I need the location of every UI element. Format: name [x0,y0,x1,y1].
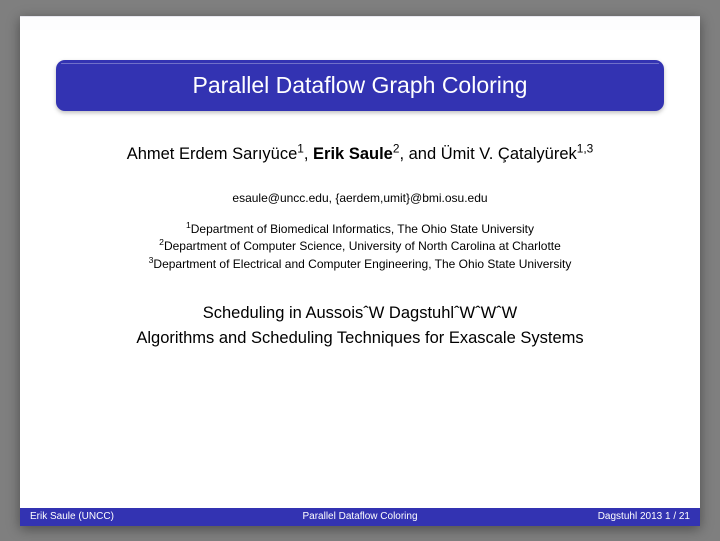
author-2-name: Erik Saule [313,145,393,163]
affiliation-3-text: Department of Electrical and Computer En… [153,257,571,271]
venue-block: Scheduling in AussoisˆW DagstuhlˆWˆWˆW A… [56,301,664,351]
sep: , [304,145,313,163]
author-1-name: Ahmet Erdem Sarıyüce [127,145,298,163]
author-3-sup: 1,3 [577,141,594,155]
author-1-sup: 1 [297,141,304,155]
emails-line: esaule@uncc.edu, {aerdem,umit}@bmi.osu.e… [56,191,664,205]
slide-page: Parallel Dataflow Graph Coloring Ahmet E… [20,16,700,526]
footer-page: Dagstuhl 2013 1 / 21 [470,511,690,522]
sep: , and [399,145,440,163]
author-3-name: Ümit V. Çatalyürek [441,145,577,163]
slide-title: Parallel Dataflow Graph Coloring [74,72,646,99]
footer-author: Erik Saule (UNCC) [30,511,250,522]
affiliation-2-text: Department of Computer Science, Universi… [164,239,561,253]
title-block: Parallel Dataflow Graph Coloring [56,60,664,111]
slide-content: Parallel Dataflow Graph Coloring Ahmet E… [20,30,700,508]
venue-line-1: Scheduling in AussoisˆW DagstuhlˆWˆWˆW [56,301,664,326]
affiliation-1-text: Department of Biomedical Informatics, Th… [191,222,534,236]
affiliation-2: 2Department of Computer Science, Univers… [56,238,664,255]
slide-footer: Erik Saule (UNCC) Parallel Dataflow Colo… [20,508,700,526]
affiliation-1: 1Department of Biomedical Informatics, T… [56,221,664,238]
affiliation-3: 3Department of Electrical and Computer E… [56,256,664,273]
authors-line: Ahmet Erdem Sarıyüce1, Erik Saule2, and … [56,143,664,165]
nav-placeholder [20,16,700,30]
affiliations-block: 1Department of Biomedical Informatics, T… [56,221,664,273]
venue-line-2: Algorithms and Scheduling Techniques for… [56,326,664,351]
footer-title: Parallel Dataflow Coloring [250,511,470,522]
